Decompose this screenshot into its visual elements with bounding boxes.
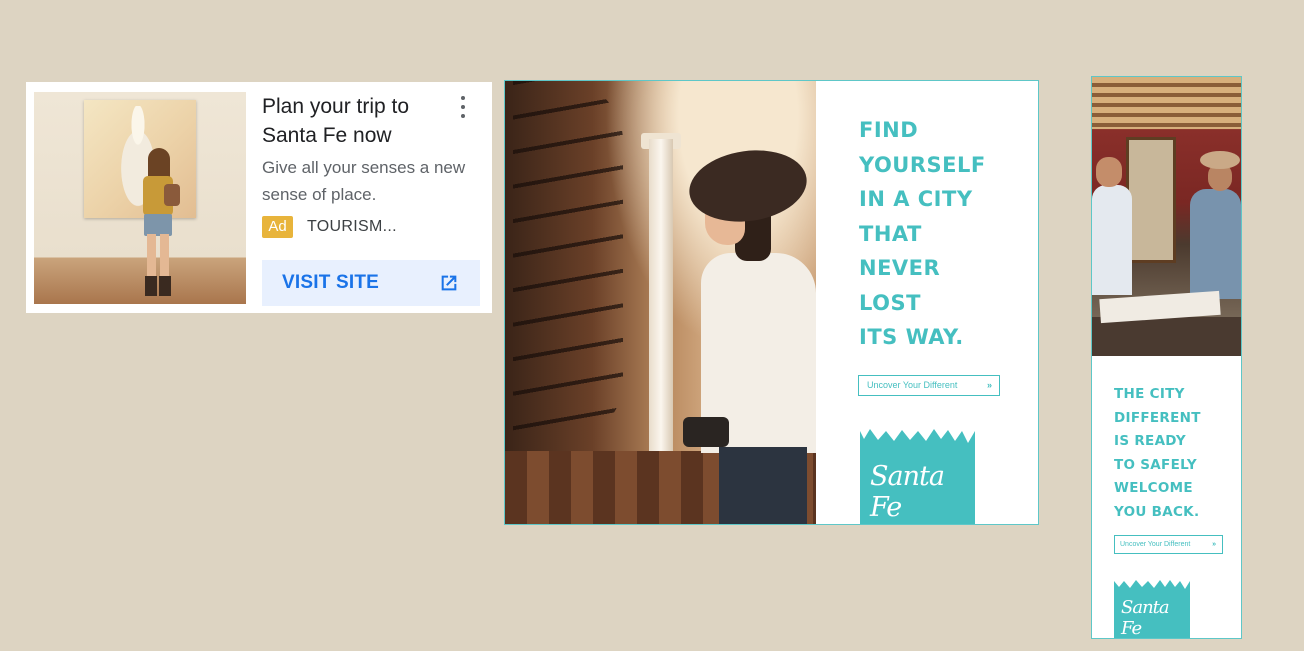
logo-text: Santa Fe — [870, 461, 945, 523]
santa-fe-logo[interactable]: Santa Fe — [860, 425, 975, 524]
man-in-hat — [1200, 151, 1240, 169]
ad-description: Give all your senses a new sense of plac… — [262, 158, 466, 204]
more-vert-icon[interactable] — [456, 94, 470, 120]
ceiling-beams — [1092, 77, 1241, 129]
spiral-staircase — [513, 81, 623, 441]
open-in-new-icon — [441, 275, 457, 291]
seated-woman — [1096, 157, 1122, 187]
skyscraper-banner-ad[interactable]: THE CITY DIFFERENT IS READY TO SAFELY WE… — [1091, 76, 1242, 639]
gallery-photo[interactable] — [34, 92, 246, 304]
visit-site-label: VISIT SITE — [282, 272, 380, 293]
skyscraper-tagline: THE CITY DIFFERENT IS READY TO SAFELY WE… — [1114, 386, 1201, 520]
cta-label: Uncover Your Different — [867, 380, 958, 390]
woman-in-hat — [683, 143, 816, 524]
uncover-your-different-button[interactable]: Uncover Your Different » — [858, 375, 1000, 396]
double-chevron-right-icon: » — [986, 380, 992, 390]
logo-crown-edge — [1114, 577, 1190, 589]
cta-label: Uncover Your Different — [1120, 541, 1191, 548]
advertiser-name: TOURISM... — [307, 218, 397, 235]
native-ad-card[interactable]: Plan your trip to Santa Fe now Give all … — [26, 82, 492, 313]
gallery-visitor — [138, 148, 180, 298]
chapel-photo — [505, 81, 816, 524]
visit-site-button[interactable]: VISIT SITE — [262, 260, 480, 306]
rectangle-banner-ad[interactable]: FIND YOURSELF IN A CITY THAT NEVER LOST … — [504, 80, 1039, 525]
lobby-photo — [1092, 77, 1241, 356]
uncover-your-different-button-small[interactable]: Uncover Your Different » — [1114, 535, 1223, 554]
santa-fe-logo-small[interactable]: Santa Fe — [1114, 577, 1190, 639]
banner-tagline: FIND YOURSELF IN A CITY THAT NEVER LOST … — [859, 118, 986, 349]
logo-crown-edge — [860, 425, 975, 443]
ad-title[interactable]: Plan your trip to Santa Fe now — [262, 92, 462, 150]
double-chevron-right-icon: » — [1212, 541, 1216, 548]
ad-badge: Ad — [262, 216, 293, 238]
painted-cabinet — [1126, 137, 1176, 263]
logo-text: Santa Fe — [1121, 597, 1170, 639]
